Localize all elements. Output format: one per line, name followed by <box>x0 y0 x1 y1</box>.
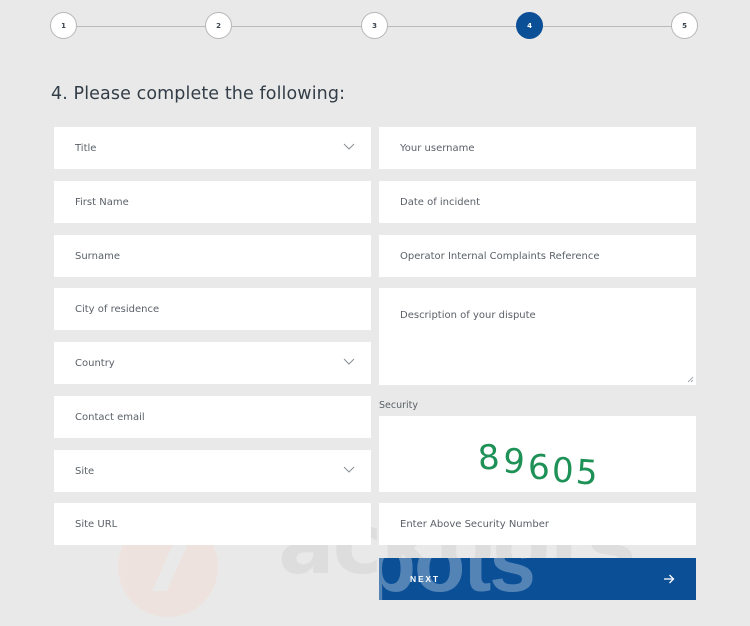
country-placeholder: Country <box>75 357 115 369</box>
captcha-digit: 5 <box>574 452 600 494</box>
username-input[interactable]: Your username <box>379 127 696 169</box>
description-placeholder: Description of your dispute <box>400 310 536 321</box>
site-url-input[interactable]: Site URL <box>54 503 371 545</box>
captcha-digit: 9 <box>501 441 527 483</box>
title-placeholder: Title <box>75 142 97 154</box>
surname-placeholder: Surname <box>75 250 120 262</box>
city-placeholder: City of residence <box>75 303 160 315</box>
step-5[interactable]: 5 <box>671 12 698 39</box>
captcha-image: 8 9 6 0 5 <box>379 416 696 494</box>
captcha-digit: 6 <box>526 447 551 489</box>
arrow-right-icon <box>664 574 675 584</box>
city-input[interactable]: City of residence <box>54 288 371 330</box>
step-3[interactable]: 3 <box>361 12 388 39</box>
progress-stepper: 1 2 3 4 5 <box>50 12 700 42</box>
step-1[interactable]: 1 <box>50 12 77 39</box>
resize-handle-icon[interactable] <box>687 376 694 383</box>
surname-input[interactable]: Surname <box>54 235 371 277</box>
site-select[interactable]: Site <box>54 450 371 492</box>
security-number-input[interactable]: Enter Above Security Number <box>379 503 696 545</box>
site-placeholder: Site <box>75 465 95 477</box>
security-label: Security <box>379 400 419 411</box>
date-input[interactable]: Date of incident <box>379 181 696 223</box>
first-name-input[interactable]: First Name <box>54 181 371 223</box>
chevron-down-icon <box>343 358 355 365</box>
reference-placeholder: Operator Internal Complaints Reference <box>400 250 600 262</box>
watermark-overlay: kpots <box>379 558 536 600</box>
country-select[interactable]: Country <box>54 342 371 384</box>
email-input[interactable]: Contact email <box>54 396 371 438</box>
date-placeholder: Date of incident <box>400 196 481 208</box>
step-2[interactable]: 2 <box>205 12 232 39</box>
next-label: NEXT <box>410 574 440 584</box>
captcha-digit: 0 <box>551 450 575 492</box>
security-number-placeholder: Enter Above Security Number <box>400 518 549 530</box>
site-url-placeholder: Site URL <box>75 518 118 530</box>
username-placeholder: Your username <box>400 142 475 154</box>
description-textarea[interactable]: Description of your dispute <box>379 288 696 385</box>
title-select[interactable]: Title <box>54 127 371 169</box>
first-name-placeholder: First Name <box>75 196 129 208</box>
step-4-active[interactable]: 4 <box>516 12 543 39</box>
chevron-down-icon <box>343 143 355 150</box>
complaints-reference-input[interactable]: Operator Internal Complaints Reference <box>379 235 696 277</box>
email-placeholder: Contact email <box>75 411 145 423</box>
next-button[interactable]: kpots NEXT <box>379 558 696 600</box>
page-title: 4. Please complete the following: <box>51 84 346 104</box>
chevron-down-icon <box>343 466 355 473</box>
captcha-digit: 8 <box>476 437 502 479</box>
